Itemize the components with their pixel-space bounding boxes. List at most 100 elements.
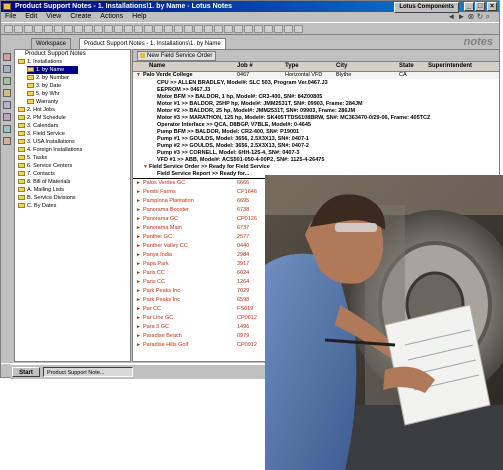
tool-icon[interactable] [244, 25, 253, 33]
twistie-collapsed-icon[interactable]: ► [136, 261, 141, 268]
indent-icon[interactable] [144, 25, 153, 33]
detail-line[interactable]: Pump #2 >> GOULDS, Model: 3656, 2.5X3X13… [133, 143, 499, 150]
nav-hot-jobs[interactable]: 2. Hot Jobs [18, 106, 55, 114]
twistie-collapsed-icon[interactable]: ► [136, 225, 141, 232]
col-state[interactable]: State [399, 62, 414, 71]
menu-help[interactable]: Help [132, 13, 146, 20]
twistie-collapsed-icon[interactable]: ► [136, 324, 141, 331]
tool-icon[interactable] [274, 25, 283, 33]
search-icon[interactable] [34, 25, 43, 33]
tool-icon[interactable] [284, 25, 293, 33]
nav-tasks[interactable]: 5. Tasks [18, 154, 47, 162]
open-database-icon[interactable] [4, 25, 13, 33]
nav-installations[interactable]: 1. Installations [18, 58, 62, 66]
twistie-collapsed-icon[interactable]: ► [136, 252, 141, 259]
address-book-bookmark-icon[interactable] [3, 77, 11, 85]
menu-view[interactable]: View [46, 13, 61, 20]
favorites-bookmark-icon[interactable] [3, 137, 11, 145]
twistie-collapsed-icon[interactable]: ► [136, 207, 141, 214]
detail-line[interactable]: Motor #1 >> BALDOR, 25HP hp, Model#: JMM… [133, 101, 499, 108]
copy-icon[interactable] [54, 25, 63, 33]
twistie-collapsed-icon[interactable]: ► [136, 315, 141, 322]
tool-icon[interactable] [174, 25, 183, 33]
detail-line[interactable]: VFD #1 >> ABB, Model#: ACS501-050-4-00P2… [133, 157, 499, 164]
minimize-button[interactable]: _ [464, 2, 474, 11]
nav-usa-installations[interactable]: 3. USA Installations [18, 138, 75, 146]
tool-icon[interactable] [234, 25, 243, 33]
paste-icon[interactable] [64, 25, 73, 33]
nav-contacts[interactable]: 7. Contacts [18, 170, 55, 178]
tool-icon[interactable] [194, 25, 203, 33]
detail-line[interactable]: EEPROM >> 0467.J3 [133, 87, 499, 94]
tool-icon[interactable] [184, 25, 193, 33]
save-icon[interactable] [14, 25, 23, 33]
close-button[interactable]: × [487, 2, 497, 11]
menu-edit[interactable]: Edit [25, 13, 37, 20]
col-type[interactable]: Type [285, 62, 299, 71]
bullet-list-icon[interactable] [124, 25, 133, 33]
tool-icon[interactable] [204, 25, 213, 33]
start-button[interactable]: Start [12, 367, 40, 377]
col-job[interactable]: Job # [237, 62, 253, 71]
nav-by-number[interactable]: 2. by Number [27, 74, 69, 82]
web-bookmark-icon[interactable] [3, 113, 11, 121]
taskbar-app-button[interactable]: Product Support Note... [43, 367, 133, 377]
tool-icon[interactable] [224, 25, 233, 33]
tab-workspace[interactable]: Workspace [31, 38, 71, 49]
twistie-collapsed-icon[interactable]: ► [136, 297, 141, 304]
detail-line[interactable]: Pump BFM >> BALDOR, Model: CR2-400, SN#:… [133, 129, 499, 136]
underline-icon[interactable] [104, 25, 113, 33]
undo-icon[interactable] [74, 25, 83, 33]
tool-icon[interactable] [214, 25, 223, 33]
mail-bookmark-icon[interactable] [3, 53, 11, 61]
menu-file[interactable]: File [5, 13, 16, 20]
nav-by-date[interactable]: 3. by Date [27, 82, 61, 90]
nav-warranty[interactable]: Warranty [27, 98, 58, 106]
nav-by-dates[interactable]: C. By Dates [18, 202, 56, 210]
numbered-list-icon[interactable] [134, 25, 143, 33]
detail-line[interactable]: Pump #3 >> CORNELL, Model: 6HH-125-4, SN… [133, 150, 499, 157]
font-color-icon[interactable] [114, 25, 123, 33]
nav-foreign-installations[interactable]: 4. Foreign Installations [18, 146, 82, 154]
todo-bookmark-icon[interactable] [3, 89, 11, 97]
outdent-icon[interactable] [154, 25, 163, 33]
detail-line[interactable]: Operator Interface >> QCA, D8BGP, V7BLE,… [133, 122, 499, 129]
twistie-expanded-icon[interactable]: ▼ [136, 72, 141, 79]
replication-bookmark-icon[interactable] [3, 125, 11, 133]
nav-service-divisions[interactable]: B. Service Divisions [18, 194, 76, 202]
twistie-collapsed-icon[interactable]: ► [136, 342, 141, 349]
expanded-row[interactable]: ▼ Palo Verde College 0467 Horizontal VFD… [133, 72, 499, 79]
tool-icon[interactable] [294, 25, 303, 33]
detail-line[interactable]: ▼ Field Service Order >> Ready for Field … [133, 164, 499, 171]
menu-create[interactable]: Create [70, 13, 91, 20]
nav-pm-schedule[interactable]: 2. PM Schedule [18, 114, 66, 122]
title-bar[interactable]: Product Support Notes - 1. Installations… [1, 1, 499, 13]
twistie-collapsed-icon[interactable]: ► [136, 306, 141, 313]
detail-line[interactable]: Motor #2 >> BALDOR, 25 hp, Model#: JMM25… [133, 108, 499, 115]
col-name[interactable]: Name [149, 62, 165, 71]
detail-line[interactable]: Pump #1 >> GOULDS, Model: 3656, 2.5X3X13… [133, 136, 499, 143]
nav-field-service[interactable]: 3. Field Service [18, 130, 65, 138]
twistie-collapsed-icon[interactable]: ► [136, 270, 141, 277]
print-icon[interactable] [24, 25, 33, 33]
twistie-collapsed-icon[interactable]: ► [136, 243, 141, 250]
align-icon[interactable] [164, 25, 173, 33]
nav-mailing-lists[interactable]: A. Mailing Lists [18, 186, 64, 194]
twistie-collapsed-icon[interactable]: ► [136, 216, 141, 223]
col-city[interactable]: City [336, 62, 347, 71]
navigation-arrows-icon[interactable]: ◄ ► ⊗ ↻ ⌕ [447, 12, 490, 22]
twistie-collapsed-icon[interactable]: ► [136, 333, 141, 340]
tab-product-support-notes[interactable]: Product Support Notes - 1. Installations… [79, 38, 226, 49]
calendar-bookmark-icon[interactable] [3, 65, 11, 73]
twistie-collapsed-icon[interactable]: ► [136, 279, 141, 286]
nav-bill-of-materials[interactable]: 8. Bill of Materials [18, 178, 70, 186]
nav-by-whr[interactable]: 5. by Whr [27, 90, 60, 98]
nav-service-centers[interactable]: 6. Service Centers [18, 162, 72, 170]
nav-calendars[interactable]: 3. Calendars [18, 122, 58, 130]
database-bookmark-icon[interactable] [3, 101, 11, 109]
twistie-collapsed-icon[interactable]: ► [136, 234, 141, 241]
bold-icon[interactable] [84, 25, 93, 33]
twistie-collapsed-icon[interactable]: ► [136, 288, 141, 295]
menu-actions[interactable]: Actions [100, 13, 123, 20]
detail-line[interactable]: Motor #3 >> MARATHON, 125 hp, Model#: SK… [133, 115, 499, 122]
